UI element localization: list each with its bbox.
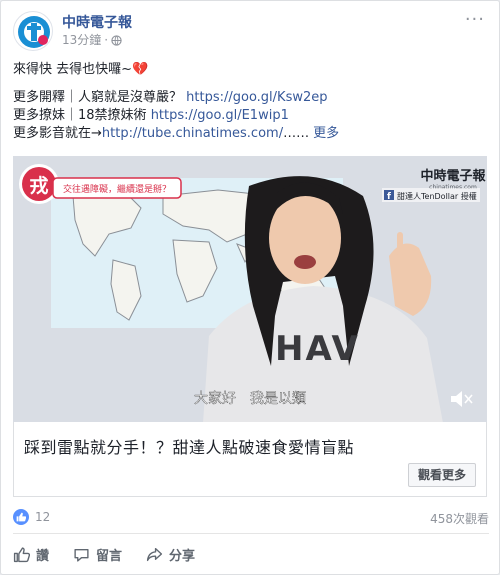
badge-text: 交往遇障礙，繼續還是掰？: [63, 183, 171, 195]
globe-icon: [111, 34, 122, 46]
broken-heart-icon: 💔: [132, 62, 149, 77]
watermark-brand: 中時電子報: [420, 168, 486, 184]
post-options-button[interactable]: ···: [465, 9, 485, 30]
post-line-3: 更多撩妹｜18禁撩妹術 https://goo.gl/E1wip1: [13, 107, 489, 125]
chinatimes-logo-icon: [18, 16, 50, 48]
post-actions: 讚 留言 分享: [13, 541, 195, 567]
action-divider: [13, 533, 489, 534]
like-label: 讚: [36, 548, 50, 564]
comment-label: 留言: [96, 548, 123, 564]
see-more-link[interactable]: 更多: [313, 126, 339, 141]
like-count[interactable]: 12: [35, 510, 50, 524]
video-frame: HAV 戎 交往遇障礙，繼續還是掰？ 中時電子報 chinatimes.com …: [13, 156, 487, 423]
share-button[interactable]: 分享: [146, 545, 195, 564]
post-stats: 12 458次觀看: [13, 507, 489, 527]
share-label: 分享: [169, 548, 196, 564]
video-credit: 甜達人TenDollar 授權: [397, 191, 477, 201]
video-subtitle: 大家好 我是以類: [194, 390, 306, 407]
post-card: 中時電子報 13分鐘 · ··· 來得快 去得也快囉~💔 更多開釋｜人窮就是沒尊…: [0, 0, 500, 575]
facebook-icon: f: [387, 192, 391, 202]
post-link-ksw2ep[interactable]: https://goo.gl/Ksw2ep: [186, 90, 327, 105]
post-line-1: 來得快 去得也快囉~💔: [13, 61, 489, 79]
post-line-4-text: 更多影音就在→: [13, 126, 102, 141]
post-header: 中時電子報 13分鐘 ·: [13, 9, 132, 53]
comment-button[interactable]: 留言: [73, 545, 122, 564]
post-link-e1wip1[interactable]: https://goo.gl/E1wip1: [151, 108, 289, 123]
like-button[interactable]: 讚: [13, 545, 49, 564]
post-line-4: 更多影音就在→http://tube.chinatimes.com/…… 更多: [13, 125, 489, 143]
post-line-2: 更多開釋｜人窮就是沒尊嚴？ https://goo.gl/Ksw2ep: [13, 89, 489, 107]
page-avatar[interactable]: [13, 11, 53, 51]
post-line-4-ellipsis: ……: [283, 126, 310, 141]
page-name[interactable]: 中時電子報: [62, 14, 132, 32]
view-count: 458次觀看: [430, 512, 489, 526]
meta-separator: ·: [104, 33, 109, 47]
badge-char: 戎: [29, 174, 48, 197]
post-line-1-text: 來得快 去得也快囉~: [13, 62, 133, 77]
post-line-2-text: 更多開釋｜人窮就是沒尊嚴？: [13, 90, 187, 105]
share-icon: [146, 547, 163, 561]
video-player[interactable]: HAV 戎 交往遇障礙，繼續還是掰？ 中時電子報 chinatimes.com …: [13, 156, 487, 423]
post-line-3-text: 更多撩妹｜18禁撩妹術: [13, 108, 151, 123]
post-time[interactable]: 13分鐘: [62, 32, 101, 48]
svg-text:HAV: HAV: [275, 329, 360, 369]
attachment-title[interactable]: 踩到雷點就分手！？甜達人點破速食愛情盲點: [24, 434, 354, 458]
comment-icon: [74, 548, 89, 562]
like-reaction-icon[interactable]: [13, 509, 29, 525]
thumbs-up-icon: [13, 546, 30, 562]
link-attachment[interactable]: 踩到雷點就分手！？甜達人點破速食愛情盲點 觀看更多: [13, 422, 487, 497]
post-link-tube[interactable]: http://tube.chinatimes.com/: [102, 126, 283, 141]
post-meta: 13分鐘 ·: [62, 32, 132, 48]
post-body: 來得快 去得也快囉~💔 更多開釋｜人窮就是沒尊嚴？ https://goo.gl…: [13, 61, 489, 143]
watch-more-button[interactable]: 觀看更多: [407, 463, 476, 487]
